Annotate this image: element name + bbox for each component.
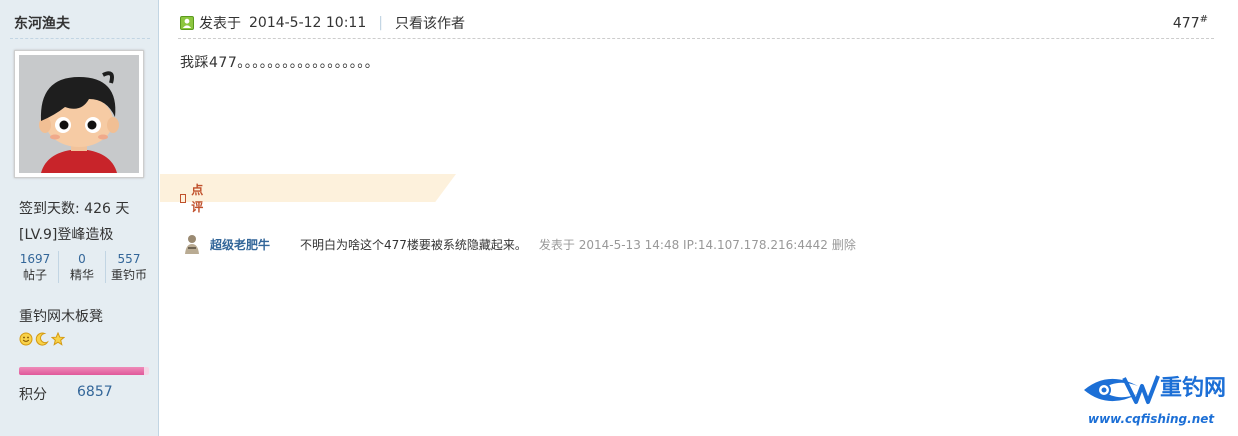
- watermark-title: 重钓网: [1160, 376, 1227, 401]
- author-name[interactable]: 东河渔夫: [14, 13, 70, 33]
- count-coins[interactable]: 557 重钓币: [105, 251, 152, 283]
- user-level[interactable]: [LV.9]登峰造极: [19, 224, 113, 244]
- count-posts[interactable]: 1697 帖子: [12, 251, 58, 283]
- watermark-url: www.cqfishing.net: [1088, 412, 1215, 426]
- score-label: 积分: [19, 387, 47, 403]
- smiley-medal-icon[interactable]: [19, 332, 33, 346]
- comment-delete-link[interactable]: 删除: [832, 236, 856, 253]
- score-value[interactable]: 6857: [77, 384, 113, 400]
- signin-days: 签到天数: 426 天: [19, 201, 130, 217]
- comment-section-title: 点评: [180, 181, 206, 215]
- comment-text: 不明白为啥这个477楼要被系统隐藏起来。: [300, 237, 527, 252]
- floor-value: 477: [1172, 15, 1200, 32]
- star-medal-icon[interactable]: [51, 332, 65, 346]
- post-time: 2014-5-12 10:11: [249, 15, 367, 31]
- count-value: 0: [78, 252, 86, 266]
- count-value: 1697: [19, 252, 51, 266]
- only-author-link[interactable]: 只看该作者: [395, 13, 465, 33]
- user-group[interactable]: 重钓网木板凳: [19, 306, 103, 326]
- separator: |: [378, 15, 383, 31]
- header-divider: [178, 38, 1214, 39]
- commenter-name[interactable]: 超级老肥牛: [210, 236, 300, 253]
- author-sidebar: 东河渔夫 签到天数: 426 天 [LV.9]登峰造极 1697 帖子 0 精华…: [0, 0, 159, 436]
- posted-label: 发表于: [199, 16, 241, 32]
- count-label: 重钓币: [110, 268, 147, 282]
- floor-mark: #: [1199, 14, 1208, 25]
- avatar[interactable]: [14, 50, 144, 178]
- avatar-image: [19, 55, 139, 173]
- count-label: 帖子: [22, 268, 47, 282]
- level-progress-fill: [19, 367, 144, 375]
- checkbox-square-icon: [180, 193, 187, 203]
- divider: [10, 38, 150, 39]
- fish-eye-logo-icon: [1084, 375, 1160, 404]
- count-value: 557: [117, 252, 141, 266]
- commenter-avatar[interactable]: [182, 233, 202, 255]
- floor-number[interactable]: 477#: [1173, 14, 1208, 32]
- online-user-icon: [180, 16, 194, 30]
- count-label: 精华: [69, 268, 94, 282]
- comment-section-label: 点评: [191, 183, 204, 214]
- moon-medal-icon[interactable]: [35, 332, 49, 346]
- level-progress-bar: [19, 367, 149, 375]
- comment-meta: 发表于 2014-5-13 14:48 IP:14.107.178.216:44…: [538, 237, 828, 252]
- count-digest[interactable]: 0 精华: [58, 251, 105, 283]
- medal-row: [19, 332, 65, 346]
- post-header: 发表于 2014-5-12 10:11 | 只看该作者: [180, 13, 465, 33]
- comment-item: 超级老肥牛 不明白为啥这个477楼要被系统隐藏起来。 发表于 2014-5-13…: [182, 233, 856, 255]
- site-watermark: 重钓网 www.cqfishing.net: [1080, 368, 1232, 430]
- user-counts: 1697 帖子 0 精华 557 重钓币: [12, 251, 152, 283]
- post-body: 我踩477。。。。。。。。。。。。。。。。。。: [180, 55, 380, 71]
